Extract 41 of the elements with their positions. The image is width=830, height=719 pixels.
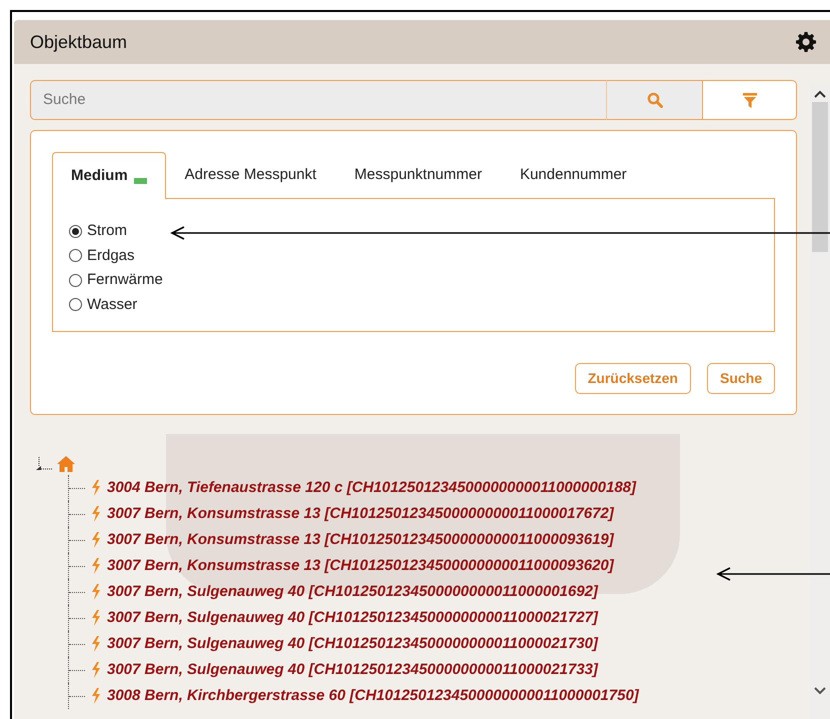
tree-item[interactable]: 3007 Bern, Sulgenauweg 40 [CH1012501234500000000011000021730] [107, 632, 598, 656]
lightning-icon [91, 480, 101, 496]
lightning-icon [91, 688, 101, 704]
lightning-icon [91, 662, 101, 678]
tree-item[interactable]: 3004 Bern, Tiefenaustrasse 120 c [CH1012501234500000000011000000188] [107, 476, 636, 500]
radio-label[interactable]: Erdgas [87, 244, 135, 267]
tab[interactable]: Adresse Messpunkt [166, 152, 336, 198]
panel-title: Objektbaum [30, 30, 128, 54]
label-icon [134, 178, 147, 184]
lightning-icon [91, 636, 101, 652]
radio-button[interactable] [69, 298, 82, 312]
scroll-up-icon[interactable] [814, 90, 826, 98]
scroll-down-icon[interactable] [814, 687, 826, 695]
radio-button[interactable] [69, 274, 82, 287]
tab[interactable]: Medium [52, 152, 166, 199]
tree-item[interactable]: 3007 Bern, Konsumstrasse 13 [CH1012501234500000000011000093619] [107, 528, 614, 552]
settings-icon[interactable] [796, 32, 816, 52]
tree-connector-icon [35, 457, 55, 471]
radio-label[interactable]: Strom [87, 220, 128, 242]
lightning-icon [91, 558, 101, 574]
tab[interactable]: Messpunktnummer [335, 152, 501, 198]
radio-button[interactable] [69, 249, 82, 262]
lightning-icon [91, 610, 101, 626]
tree-item[interactable]: 3008 Bern, Kirchbergerstrasse 60 [CH1012501234500000000011000001750] [107, 684, 639, 708]
filter-icon [742, 92, 756, 108]
lightning-icon [91, 584, 101, 600]
search-field[interactable]: Suche [30, 80, 606, 120]
filter-button[interactable] [702, 80, 797, 120]
radio-button[interactable] [69, 224, 82, 238]
search-icon [646, 92, 662, 108]
tab[interactable]: Kundennummer [500, 152, 646, 198]
tree-item[interactable]: 3007 Bern, Konsumstrasse 13 [CH1012501234500000000011000017672] [107, 502, 614, 526]
scrollbar-thumb[interactable] [812, 102, 828, 252]
tree-item[interactable]: 3007 Bern, Sulgenauweg 40 [CH1012501234500000000011000021733] [107, 658, 598, 682]
tree-item[interactable]: 3007 Bern, Sulgenauweg 40 [CH1012501234500000000011000001692] [107, 580, 598, 604]
tree-item[interactable]: 3007 Bern, Sulgenauweg 40 [CH1012501234500000000011000021727] [107, 606, 598, 630]
radio-label[interactable]: Wasser [87, 294, 138, 316]
lightning-icon [91, 506, 101, 522]
lightning-icon [91, 532, 101, 548]
radio-label[interactable]: Fernwärme [87, 269, 163, 292]
tree-item[interactable]: 3007 Bern, Konsumstrasse 13 [CH1012501234500000000011000093620] [107, 554, 614, 578]
